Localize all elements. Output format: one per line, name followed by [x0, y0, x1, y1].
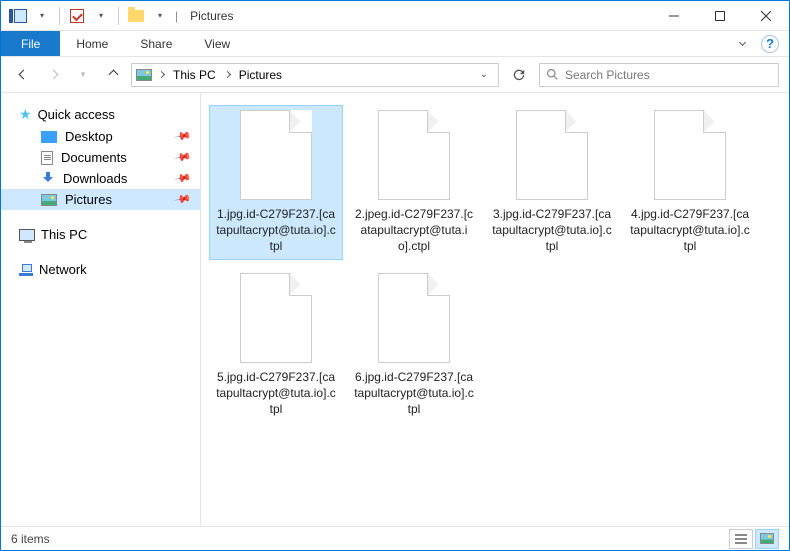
- file-name: 5.jpg.id-C279F237.[catapultacrypt@tuta.i…: [216, 369, 336, 418]
- file-item[interactable]: 3.jpg.id-C279F237.[catapultacrypt@tuta.i…: [485, 105, 619, 260]
- star-icon: ★: [19, 106, 32, 123]
- close-button[interactable]: [743, 1, 789, 31]
- navigation-row: ▾ This PC Pictures ⌄ Search Pictures: [1, 57, 789, 93]
- file-name: 2.jpeg.id-C279F237.[catapultacrypt@tuta.…: [354, 206, 474, 255]
- thumbnails-icon: [760, 533, 774, 544]
- explorer-window: ▾ ▾ ▾ | Pictures File Home Share View ? …: [0, 0, 790, 551]
- documents-icon: [41, 151, 53, 165]
- help-icon[interactable]: ?: [761, 35, 779, 53]
- large-icons-view-button[interactable]: [755, 529, 779, 549]
- sidebar-label: This PC: [41, 227, 87, 242]
- title-separator: |: [175, 9, 178, 23]
- up-button[interactable]: [101, 63, 125, 87]
- status-item-count: 6 items: [11, 532, 50, 546]
- explorer-app-icon: [7, 5, 29, 27]
- file-name: 3.jpg.id-C279F237.[catapultacrypt@tuta.i…: [492, 206, 612, 255]
- sidebar-quick-access[interactable]: ★ Quick access: [1, 103, 200, 126]
- sidebar-network[interactable]: Network: [1, 259, 200, 280]
- back-button[interactable]: [11, 63, 35, 87]
- pin-icon: 📌: [174, 127, 193, 146]
- file-list[interactable]: 1.jpg.id-C279F237.[catapultacrypt@tuta.i…: [201, 93, 789, 526]
- maximize-button[interactable]: [697, 1, 743, 31]
- quick-access-toolbar: ▾ ▾ ▾: [1, 5, 171, 27]
- pin-icon: 📌: [174, 190, 193, 209]
- file-item[interactable]: 5.jpg.id-C279F237.[catapultacrypt@tuta.i…: [209, 268, 343, 423]
- file-item[interactable]: 6.jpg.id-C279F237.[catapultacrypt@tuta.i…: [347, 268, 481, 423]
- file-name: 4.jpg.id-C279F237.[catapultacrypt@tuta.i…: [630, 206, 750, 255]
- window-controls: [651, 1, 789, 31]
- recent-dropdown-icon[interactable]: ▾: [71, 63, 95, 87]
- properties-checkbox-icon[interactable]: [66, 5, 88, 27]
- sidebar-label: Quick access: [38, 107, 115, 122]
- blank-file-icon: [516, 110, 588, 200]
- sidebar-item-label: Desktop: [65, 129, 113, 144]
- pictures-icon: [136, 69, 152, 81]
- qat-dropdown-icon[interactable]: ▾: [90, 5, 112, 27]
- file-item[interactable]: 2.jpeg.id-C279F237.[catapultacrypt@tuta.…: [347, 105, 481, 260]
- blank-file-icon: [240, 273, 312, 363]
- sidebar-item-documents[interactable]: Documents 📌: [1, 147, 200, 168]
- body: ★ Quick access Desktop 📌 Documents 📌 Dow…: [1, 93, 789, 526]
- address-history-dropdown-icon[interactable]: ⌄: [474, 69, 494, 80]
- blank-file-icon: [378, 273, 450, 363]
- tab-file[interactable]: File: [1, 31, 60, 56]
- search-input[interactable]: Search Pictures: [539, 63, 779, 87]
- pc-icon: [19, 229, 35, 241]
- tab-home[interactable]: Home: [60, 31, 124, 56]
- tab-view[interactable]: View: [188, 31, 246, 56]
- downloads-icon: [41, 172, 55, 186]
- window-title: Pictures: [190, 9, 233, 23]
- file-item[interactable]: 1.jpg.id-C279F237.[catapultacrypt@tuta.i…: [209, 105, 343, 260]
- sidebar-item-label: Pictures: [65, 192, 112, 207]
- blank-file-icon: [378, 110, 450, 200]
- sidebar-label: Network: [39, 262, 87, 277]
- ribbon-tabs: File Home Share View ?: [1, 31, 789, 57]
- qat-dropdown-icon[interactable]: ▾: [149, 5, 171, 27]
- sidebar-item-label: Downloads: [63, 171, 127, 186]
- sidebar-item-desktop[interactable]: Desktop 📌: [1, 126, 200, 147]
- desktop-icon: [41, 131, 57, 143]
- qat-dropdown-icon[interactable]: ▾: [31, 5, 53, 27]
- view-toggles: [729, 529, 779, 549]
- crumb-chevron-icon[interactable]: [156, 69, 167, 80]
- crumb-this-pc[interactable]: This PC: [171, 68, 218, 82]
- file-item[interactable]: 4.jpg.id-C279F237.[catapultacrypt@tuta.i…: [623, 105, 757, 260]
- pin-icon: 📌: [174, 169, 193, 188]
- status-bar: 6 items: [1, 526, 789, 550]
- forward-button[interactable]: [41, 63, 65, 87]
- qat-separator: [59, 7, 60, 25]
- search-placeholder: Search Pictures: [565, 68, 650, 82]
- tab-share[interactable]: Share: [124, 31, 188, 56]
- blank-file-icon: [240, 110, 312, 200]
- blank-file-icon: [654, 110, 726, 200]
- navigation-pane: ★ Quick access Desktop 📌 Documents 📌 Dow…: [1, 93, 201, 526]
- sidebar-item-downloads[interactable]: Downloads 📌: [1, 168, 200, 189]
- sidebar-item-label: Documents: [61, 150, 127, 165]
- folder-icon: [125, 5, 147, 27]
- sidebar-item-pictures[interactable]: Pictures 📌: [1, 189, 200, 210]
- minimize-button[interactable]: [651, 1, 697, 31]
- network-icon: [19, 264, 33, 276]
- file-name: 1.jpg.id-C279F237.[catapultacrypt@tuta.i…: [216, 206, 336, 255]
- address-bar[interactable]: This PC Pictures ⌄: [131, 63, 499, 87]
- crumb-chevron-icon[interactable]: [222, 69, 233, 80]
- qat-separator: [118, 7, 119, 25]
- crumb-pictures[interactable]: Pictures: [237, 68, 284, 82]
- sidebar-this-pc[interactable]: This PC: [1, 224, 200, 245]
- pictures-icon: [41, 194, 57, 206]
- file-name: 6.jpg.id-C279F237.[catapultacrypt@tuta.i…: [354, 369, 474, 418]
- search-icon: [546, 68, 559, 81]
- ribbon-expand-icon[interactable]: [729, 31, 755, 56]
- details-view-button[interactable]: [729, 529, 753, 549]
- title-bar: ▾ ▾ ▾ | Pictures: [1, 1, 789, 31]
- pin-icon: 📌: [174, 148, 193, 167]
- refresh-button[interactable]: [505, 63, 533, 87]
